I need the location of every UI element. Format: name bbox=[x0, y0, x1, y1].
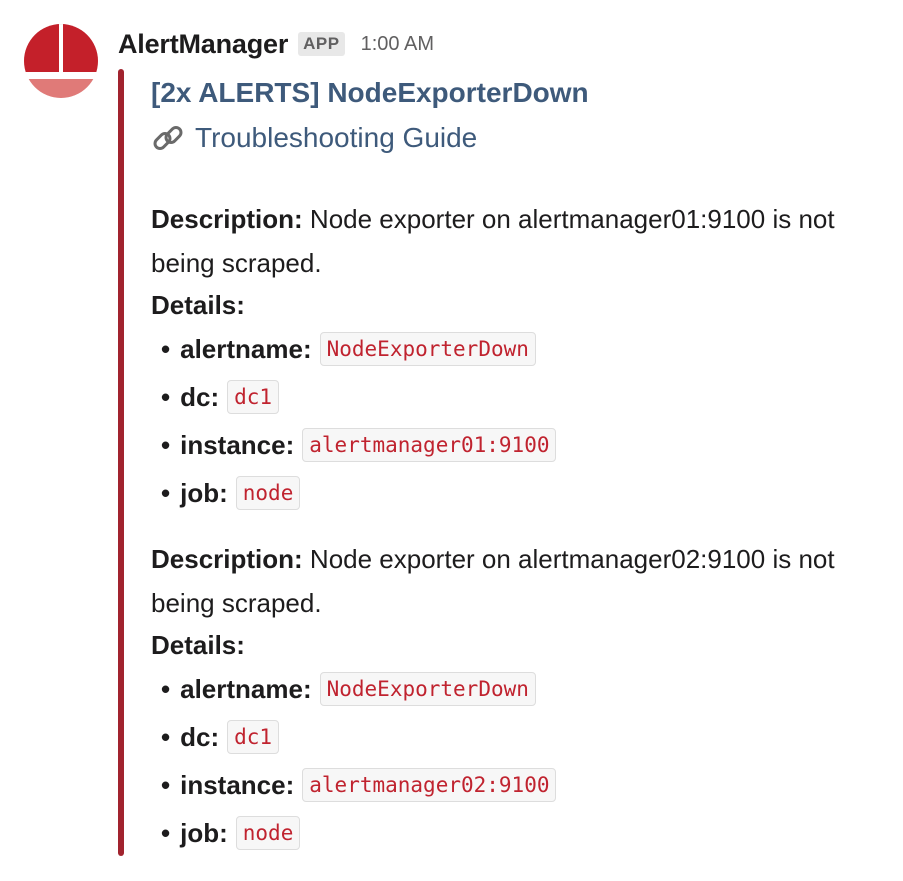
bullet: • bbox=[161, 477, 171, 508]
message-header: AlertManager APP 1:00 AM bbox=[118, 24, 434, 64]
detail-value: dc1 bbox=[227, 380, 280, 414]
detail-key: dc: bbox=[180, 381, 220, 412]
bullet: • bbox=[161, 381, 171, 412]
app-badge: APP bbox=[298, 32, 345, 56]
avatar-shape bbox=[24, 24, 59, 72]
timestamp[interactable]: 1:00 AM bbox=[361, 33, 434, 56]
troubleshooting-guide-link[interactable]: Troubleshooting Guide bbox=[151, 116, 891, 160]
details-label: Details: bbox=[151, 630, 245, 660]
detail-key: alertname: bbox=[180, 673, 312, 704]
detail-item: • dc: dc1 bbox=[161, 373, 891, 421]
link-icon bbox=[153, 126, 183, 150]
description-label: Description: bbox=[151, 544, 303, 574]
bullet: • bbox=[161, 721, 171, 752]
attachment: [2x ALERTS] NodeExporterDown Troubleshoo… bbox=[151, 70, 891, 857]
alert-title[interactable]: [2x ALERTS] NodeExporterDown bbox=[151, 70, 891, 116]
guide-link-label[interactable]: Troubleshooting Guide bbox=[195, 122, 477, 154]
avatar-stripe bbox=[24, 72, 98, 79]
detail-item: • instance: alertmanager01:9100 bbox=[161, 421, 891, 469]
detail-key: dc: bbox=[180, 721, 220, 752]
detail-item: • alertname: NodeExporterDown bbox=[161, 665, 891, 713]
detail-key: job: bbox=[180, 817, 228, 848]
detail-value: NodeExporterDown bbox=[319, 672, 536, 706]
detail-key: instance: bbox=[180, 769, 295, 800]
bullet: • bbox=[161, 429, 171, 460]
attachment-color-bar bbox=[118, 69, 124, 856]
alert-description: Description: Node exporter on alertmanag… bbox=[151, 537, 886, 625]
detail-value: node bbox=[235, 476, 301, 510]
detail-value: NodeExporterDown bbox=[319, 332, 536, 366]
detail-item: • alertname: NodeExporterDown bbox=[161, 325, 891, 373]
bullet: • bbox=[161, 817, 171, 848]
detail-key: job: bbox=[180, 477, 228, 508]
detail-value: node bbox=[235, 816, 301, 850]
avatar-shape bbox=[63, 24, 98, 72]
detail-key: alertname: bbox=[180, 333, 312, 364]
bullet: • bbox=[161, 673, 171, 704]
detail-value: alertmanager01:9100 bbox=[302, 428, 557, 462]
detail-value: dc1 bbox=[227, 720, 280, 754]
bullet: • bbox=[161, 333, 171, 364]
alert-description: Description: Node exporter on alertmanag… bbox=[151, 197, 886, 285]
alert-block: Description: Node exporter on alertmanag… bbox=[151, 537, 891, 857]
bullet: • bbox=[161, 769, 171, 800]
details-label: Details: bbox=[151, 290, 245, 320]
detail-key: instance: bbox=[180, 429, 295, 460]
detail-item: • dc: dc1 bbox=[161, 713, 891, 761]
avatar-base bbox=[24, 79, 98, 98]
detail-item: • job: node bbox=[161, 469, 891, 517]
avatar[interactable] bbox=[24, 24, 98, 98]
detail-value: alertmanager02:9100 bbox=[302, 768, 557, 802]
sender-name[interactable]: AlertManager bbox=[118, 29, 288, 60]
description-label: Description: bbox=[151, 204, 303, 234]
detail-item: • instance: alertmanager02:9100 bbox=[161, 761, 891, 809]
detail-item: • job: node bbox=[161, 809, 891, 857]
alert-block: Description: Node exporter on alertmanag… bbox=[151, 197, 891, 517]
